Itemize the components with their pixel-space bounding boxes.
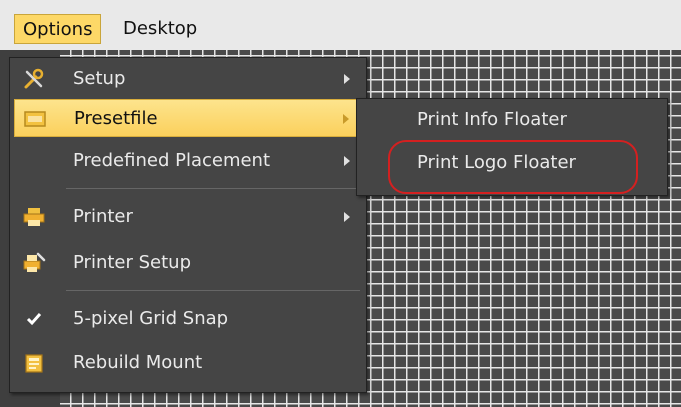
printer-setup-icon bbox=[22, 251, 46, 275]
menu-item-printer[interactable]: Printer bbox=[14, 198, 362, 236]
menu-bar: Options Desktop bbox=[0, 0, 681, 51]
submenu-item-print-info-floater[interactable]: Print Info Floater bbox=[361, 100, 663, 140]
menu-item-setup[interactable]: Setup bbox=[14, 60, 362, 98]
printer-icon bbox=[22, 205, 46, 229]
submenu-item-label: Print Info Floater bbox=[417, 109, 567, 130]
tools-icon bbox=[22, 67, 46, 91]
menu-separator bbox=[66, 188, 360, 189]
menu-item-label: Printer Setup bbox=[73, 252, 191, 273]
menubar-desktop[interactable]: Desktop bbox=[115, 14, 205, 44]
presetfile-icon bbox=[23, 107, 47, 131]
options-menu: Setup Presetfile Predefined Placement Pr… bbox=[9, 57, 367, 393]
menu-item-label: Setup bbox=[73, 68, 126, 89]
checkmark-icon bbox=[22, 307, 46, 331]
menu-item-label: Predefined Placement bbox=[73, 150, 271, 171]
menu-item-label: Rebuild Mount bbox=[73, 352, 203, 373]
submenu-arrow-icon bbox=[343, 114, 349, 124]
menu-item-rebuild-mount[interactable]: Rebuild Mount bbox=[14, 344, 362, 382]
menu-item-presetfile[interactable]: Presetfile bbox=[14, 99, 362, 137]
submenu-arrow-icon bbox=[344, 74, 350, 84]
menu-item-label: 5-pixel Grid Snap bbox=[73, 308, 229, 329]
menu-separator bbox=[66, 290, 360, 291]
menu-item-grid-snap[interactable]: 5-pixel Grid Snap bbox=[14, 300, 362, 338]
highlight-callout bbox=[388, 140, 638, 194]
rebuild-mount-icon bbox=[22, 351, 46, 375]
menu-item-label: Presetfile bbox=[74, 108, 158, 129]
menu-item-predefined-placement[interactable]: Predefined Placement bbox=[14, 142, 362, 180]
menu-item-printer-setup[interactable]: Printer Setup bbox=[14, 244, 362, 282]
menubar-options[interactable]: Options bbox=[14, 14, 102, 44]
menu-item-label: Printer bbox=[73, 206, 133, 227]
submenu-arrow-icon bbox=[344, 156, 350, 166]
submenu-arrow-icon bbox=[344, 212, 350, 222]
